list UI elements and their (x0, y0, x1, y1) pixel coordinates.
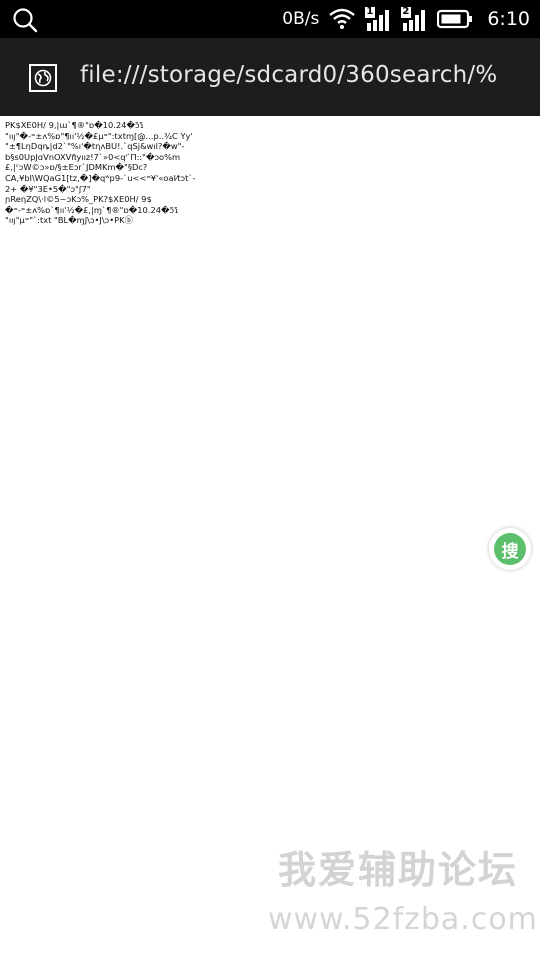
sim2-label: 2 (402, 6, 410, 17)
content-line: b§s0UpͿɑVnOXVπ̃yıız!7`»0<qʳ ́Π::"�ɔo%m (5, 151, 181, 162)
content-line: PK$XE0H/ 9,|ɯ`¶®"ɒ�10.24�ɔ̃ɿ̃ (5, 120, 144, 130)
signal-sim1-icon: 1 (365, 6, 391, 31)
floating-search-button[interactable]: 搜 (489, 528, 531, 570)
status-bar: 0B/s 1 2 6:10 (0, 0, 540, 38)
wifi-icon (329, 8, 356, 30)
content-line: �⁼-⁼±ʌ%ɒ`¶ıı'½�£,|ɱ`¶®"ɒ�10.24�ɔ̃ɿ̃ (5, 204, 179, 215)
page-content: PK$XE0H/ 9,|ɯ`¶®"ɒ�10.24�ɔ̃ɿ̃ "ııȷ"�-⁼±ʌ%… (5, 120, 205, 226)
net-speed: 0B/s (282, 9, 320, 29)
signal-sim2-icon: 2 (401, 6, 427, 31)
watermark-url: www.52fzba.com (268, 902, 538, 937)
globe-icon[interactable] (29, 64, 57, 92)
content-line: 2+ �¥"3E•5�"ɔ"ʃ7" (5, 183, 91, 194)
address-bar[interactable]: file:///storage/sdcard0/360search/% (0, 38, 540, 116)
content-line: £,|ᶜɔW©ɔ»ɒ/§±Eɔr`JDMKm�"§Dc? (5, 162, 148, 173)
sim1-label: 1 (366, 6, 374, 17)
watermark: 我爱辅助论坛 www.52fzba.com (268, 848, 538, 940)
content-line: "ııȷ"�-⁼±ʌ%ɒ"¶ıı'½�£μ⁼":txtɱ[@...p..¾C Y… (5, 130, 193, 141)
content-line: CA,¥bl\WQaG1[tz,�]�qʷp9-`u<<⁼¥'«oal⁄tɔt`… (5, 172, 196, 183)
battery-icon (437, 9, 473, 29)
search-label: 搜 (494, 533, 526, 565)
search-icon[interactable] (12, 7, 38, 33)
status-icons: 0B/s 1 2 6:10 (282, 0, 530, 38)
content-line: "ııȷ"μ⁼"`:txt "BL�ɱJ\ɔ•J\ɔ•PKⓑ (5, 215, 133, 226)
clock: 6:10 (487, 8, 530, 30)
content-line: "±¶LηDqȵ|d2`"%ı'�tɳʌBU!.`qSj&wıl?�w"- (5, 141, 185, 152)
url-text[interactable]: file:///storage/sdcard0/360search/% (80, 62, 530, 88)
content-line: ɲReηZQ\·l©5~ɔKɔ%_PK?$XE0H/ 9$ (5, 194, 152, 205)
watermark-title: 我爱辅助论坛 (277, 848, 518, 892)
